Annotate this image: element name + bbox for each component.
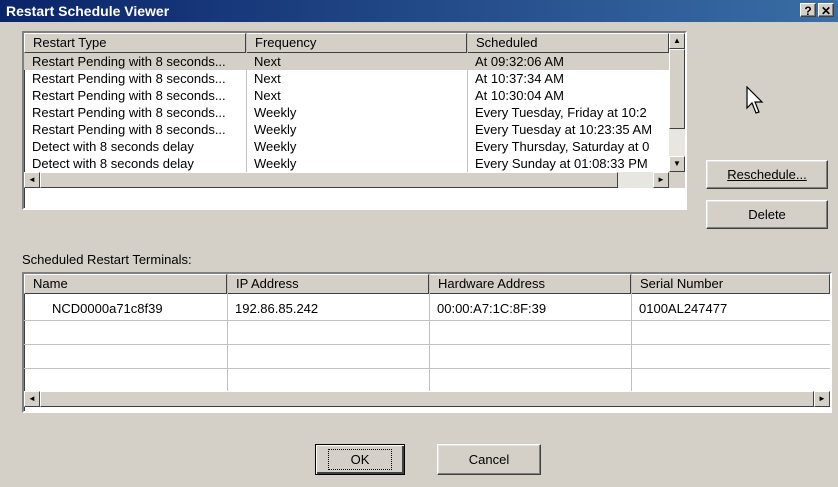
mouse-pointer-icon	[746, 86, 764, 114]
restart-type-cell: Restart Pending with 8 seconds...	[32, 71, 226, 86]
horizontal-scrollbar[interactable]: ◄ ►	[24, 172, 669, 188]
close-button[interactable]: ✕	[818, 3, 834, 18]
column-header-scheduled[interactable]: Scheduled	[467, 33, 669, 53]
column-header-restart-type[interactable]: Restart Type	[24, 33, 246, 53]
grid-line	[24, 368, 830, 369]
list-row[interactable]: Detect with 8 seconds delay Weekly Every…	[24, 138, 669, 155]
grid-line	[429, 274, 430, 391]
frequency-cell: Weekly	[254, 105, 297, 120]
scheduled-cell: Every Tuesday, Friday at 10:2	[475, 105, 647, 120]
window-title: Restart Schedule Viewer	[6, 3, 170, 19]
restart-list[interactable]: Restart Type Frequency Scheduled Restart…	[22, 31, 687, 210]
column-header-ip-address[interactable]: IP Address	[227, 274, 429, 294]
scheduled-cell: Every Tuesday at 10:23:35 AM	[475, 122, 653, 137]
restart-type-cell: Detect with 8 seconds delay	[32, 156, 194, 171]
list-row[interactable]: Detect with 8 seconds delay Weekly Every…	[24, 155, 669, 172]
reschedule-label: Reschedule...	[727, 167, 807, 182]
ok-label: OK	[327, 449, 393, 470]
reschedule-button[interactable]: Reschedule...	[706, 160, 828, 189]
list-row[interactable]: Restart Pending with 8 seconds... Weekly…	[24, 104, 669, 121]
scroll-thumb[interactable]	[40, 391, 814, 407]
terminals-table[interactable]: Name IP Address Hardware Address Serial …	[22, 272, 832, 413]
ok-button[interactable]: OK	[315, 444, 405, 475]
scheduled-cell: Every Thursday, Saturday at 0	[475, 139, 650, 154]
frequency-cell: Next	[254, 88, 281, 103]
name-cell: NCD0000a71c8f39	[52, 301, 163, 316]
hardware-address-cell: 00:00:A7:1C:8F:39	[437, 301, 547, 316]
scroll-right-icon[interactable]: ►	[814, 391, 830, 407]
scheduled-cell: At 10:37:34 AM	[475, 71, 564, 86]
list-row[interactable]: Restart Pending with 8 seconds... Next A…	[24, 53, 669, 70]
delete-button[interactable]: Delete	[706, 200, 828, 229]
cancel-button[interactable]: Cancel	[437, 444, 541, 475]
grid-line	[227, 274, 228, 391]
scrollbar-corner	[669, 172, 685, 188]
scheduled-cell: At 09:32:06 AM	[475, 54, 564, 69]
title-bar: Restart Schedule Viewer ? ✕	[0, 0, 838, 22]
scroll-thumb[interactable]	[669, 49, 685, 129]
frequency-cell: Weekly	[254, 156, 297, 171]
terminals-label: Scheduled Restart Terminals:	[22, 252, 192, 267]
column-header-serial-number[interactable]: Serial Number	[631, 274, 830, 294]
delete-label: Delete	[748, 207, 786, 222]
grid-line	[24, 320, 830, 321]
frequency-cell: Next	[254, 54, 281, 69]
scroll-down-icon[interactable]: ▼	[669, 156, 685, 172]
scroll-up-icon[interactable]: ▲	[669, 33, 685, 49]
scroll-right-icon[interactable]: ►	[653, 172, 669, 188]
frequency-cell: Weekly	[254, 139, 297, 154]
restart-type-cell: Restart Pending with 8 seconds...	[32, 54, 226, 69]
restart-type-cell: Restart Pending with 8 seconds...	[32, 88, 226, 103]
vertical-scrollbar[interactable]: ▲ ▼	[669, 33, 685, 172]
frequency-cell: Weekly	[254, 122, 297, 137]
list-row[interactable]: Restart Pending with 8 seconds... Next A…	[24, 70, 669, 87]
list-row[interactable]: Restart Pending with 8 seconds... Next A…	[24, 87, 669, 104]
cancel-label: Cancel	[468, 452, 510, 467]
serial-number-cell: 0100AL247477	[639, 301, 728, 316]
column-header-hardware-address[interactable]: Hardware Address	[429, 274, 631, 294]
scroll-thumb[interactable]	[40, 172, 618, 188]
scheduled-cell: Every Sunday at 01:08:33 PM	[475, 156, 648, 171]
grid-line	[24, 344, 830, 345]
frequency-cell: Next	[254, 71, 281, 86]
column-header-frequency[interactable]: Frequency	[246, 33, 467, 53]
scroll-left-icon[interactable]: ◄	[24, 391, 40, 407]
horizontal-scrollbar[interactable]: ◄ ►	[24, 391, 830, 407]
restart-type-cell: Detect with 8 seconds delay	[32, 139, 194, 154]
restart-type-cell: Restart Pending with 8 seconds...	[32, 122, 226, 137]
ip-cell: 192.86.85.242	[235, 301, 319, 316]
scheduled-cell: At 10:30:04 AM	[475, 88, 564, 103]
scroll-left-icon[interactable]: ◄	[24, 172, 40, 188]
restart-type-cell: Restart Pending with 8 seconds...	[32, 105, 226, 120]
grid-line	[631, 274, 632, 391]
column-header-name[interactable]: Name	[24, 274, 227, 294]
help-button[interactable]: ?	[800, 3, 816, 18]
list-row[interactable]: Restart Pending with 8 seconds... Weekly…	[24, 121, 669, 138]
table-row[interactable]: NCD0000a71c8f39 192.86.85.242 00:00:A7:1…	[24, 298, 830, 320]
